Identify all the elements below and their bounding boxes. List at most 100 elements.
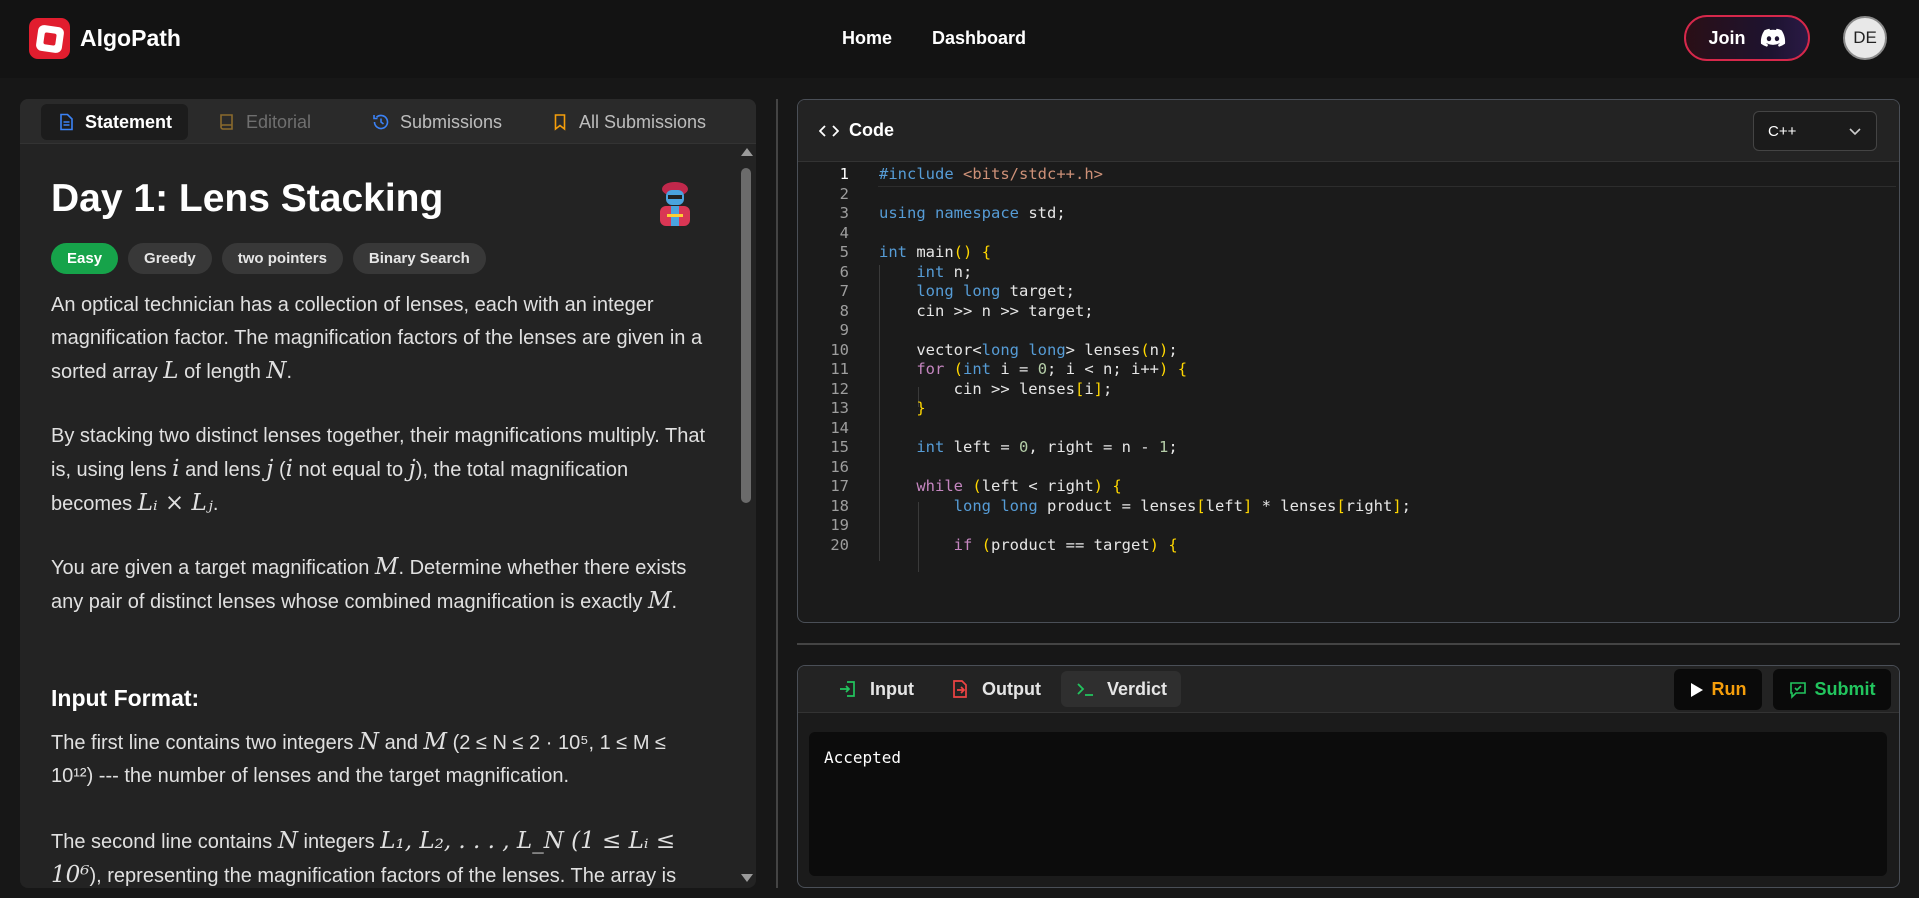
tab-submissions[interactable]: Submissions: [356, 104, 518, 140]
code-brackets-icon: [819, 124, 839, 137]
bookmark-icon: [554, 114, 566, 131]
code-line[interactable]: #include <bits/stdc++.h>: [879, 165, 1103, 183]
line-number: 11: [830, 360, 849, 378]
user-avatar[interactable]: DE: [1843, 16, 1887, 60]
code-line[interactable]: int left = 0, right = n - 1;: [879, 438, 1177, 456]
line-number: 12: [830, 379, 849, 398]
scroll-down-arrow-icon[interactable]: [741, 874, 753, 882]
statement-paragraph-3: You are given a target magnification M. …: [51, 554, 687, 614]
tag-list: Easy Greedy two pointers Binary Search: [51, 243, 486, 274]
topic-tag-binary-search[interactable]: Binary Search: [352, 243, 486, 274]
submit-button[interactable]: Submit: [1773, 669, 1891, 710]
statement-paragraph-2: By stacking two distinct lenses together…: [51, 425, 706, 516]
tab-editorial-label: Editorial: [246, 111, 312, 132]
panel-resize-handle[interactable]: [776, 99, 778, 888]
tab-all-submissions-label: All Submissions: [579, 111, 707, 132]
code-line[interactable]: long long target;: [879, 282, 1075, 300]
code-line[interactable]: if (product == target) {: [879, 536, 1178, 554]
difficulty-badge: Easy: [51, 243, 119, 274]
problem-statement: Day 1: Lens Stacking Easy Greedy two poi…: [51, 144, 731, 888]
scroll-thumb[interactable]: [741, 168, 751, 503]
verdict-text: Accepted: [824, 748, 902, 767]
input-format-heading: Input Format:: [51, 685, 200, 711]
problem-tabs: Statement Editorial Submissions All Subm…: [20, 99, 756, 144]
input-icon: [840, 681, 855, 697]
chevron-down-icon: [1849, 128, 1861, 136]
line-number: 3: [839, 204, 849, 222]
line-number: 15: [830, 438, 849, 456]
code-line[interactable]: while (left < right) {: [879, 477, 1121, 495]
top-navbar: AlgoPath Home Dashboard Join DE: [0, 0, 1919, 78]
line-number: 8: [839, 301, 849, 320]
scroll-up-arrow-icon[interactable]: [741, 148, 753, 156]
tab-submissions-label: Submissions: [400, 111, 503, 132]
algopath-logo-icon[interactable]: [29, 18, 70, 59]
submit-icon: [1789, 681, 1806, 699]
tab-all-submissions[interactable]: All Submissions: [535, 104, 722, 140]
join-discord-button[interactable]: Join: [1684, 15, 1810, 61]
tab-output[interactable]: Output: [936, 671, 1055, 707]
line-number: 9: [839, 321, 849, 339]
line-number: 17: [830, 477, 849, 495]
io-panel: Input Output Verdict Run Submit Accepted: [797, 665, 1900, 888]
code-line[interactable]: vector<long long> lenses(n);: [879, 341, 1177, 359]
line-number: 10: [830, 340, 849, 359]
line-number: 2: [839, 184, 849, 203]
brand-name[interactable]: AlgoPath: [80, 25, 181, 52]
nav-dashboard[interactable]: Dashboard: [932, 28, 1026, 49]
code-editor[interactable]: 1 #include <bits/stdc++.h> 2 3 using namespa…: [798, 162, 1899, 622]
language-value: C++: [1768, 122, 1797, 140]
genie-mascot-icon: [660, 182, 690, 226]
language-select[interactable]: C++: [1753, 111, 1877, 151]
code-line[interactable]: int main() {: [879, 243, 991, 261]
tab-input[interactable]: Input: [824, 671, 928, 707]
output-icon: [953, 680, 967, 698]
verdict-output: Accepted: [809, 732, 1887, 876]
document-icon: [60, 113, 73, 131]
input-format-line-2: The second line contains N integers L₁, …: [51, 828, 677, 888]
tab-editorial[interactable]: Editorial: [202, 104, 327, 140]
code-line[interactable]: }: [879, 399, 925, 417]
terminal-icon: [1077, 683, 1093, 696]
code-line[interactable]: using namespace std;: [879, 204, 1066, 222]
code-header: Code C++: [798, 100, 1899, 162]
tab-statement-label: Statement: [85, 111, 173, 132]
line-number: 18: [830, 496, 849, 515]
play-icon: [1690, 682, 1703, 697]
code-editor-panel: Code C++ 1 #include <bits/stdc++.h> 2 3 usin…: [797, 99, 1900, 623]
line-number: 6: [839, 262, 849, 281]
code-title: Code: [819, 120, 894, 141]
tab-statement[interactable]: Statement: [41, 104, 189, 140]
code-line[interactable]: for (int i = 0; i < n; i++) {: [879, 360, 1187, 378]
history-icon: [373, 114, 389, 130]
discord-icon: [1760, 28, 1785, 47]
code-line[interactable]: cin >> n >> target;: [879, 302, 1093, 320]
book-icon: [220, 114, 233, 130]
line-number: 19: [830, 516, 849, 534]
code-line[interactable]: cin >> lenses[i];: [879, 380, 1113, 398]
editor-io-resize-handle[interactable]: [797, 643, 1900, 645]
input-format-line-1: The first line contains two integers N a…: [51, 729, 667, 787]
tab-verdict[interactable]: Verdict: [1061, 671, 1182, 707]
line-number: 7: [839, 282, 849, 300]
topic-tag-two-pointers[interactable]: two pointers: [221, 243, 343, 274]
line-number: 16: [830, 457, 849, 476]
line-number: 1: [839, 165, 849, 183]
problem-title: Day 1: Lens Stacking: [51, 177, 444, 220]
main-nav: Home Dashboard: [842, 28, 1026, 49]
code-line[interactable]: long long product = lenses[left] * lense…: [879, 497, 1411, 515]
statement-paragraph-1: An optical technician has a collection o…: [51, 294, 703, 384]
join-label: Join: [1708, 27, 1746, 48]
problem-panel: Statement Editorial Submissions All Subm…: [20, 99, 756, 888]
run-button[interactable]: Run: [1674, 669, 1762, 710]
code-line[interactable]: int n;: [879, 263, 972, 281]
io-header: Input Output Verdict Run Submit: [798, 666, 1899, 713]
line-number: 20: [830, 535, 849, 554]
nav-home[interactable]: Home: [842, 28, 892, 49]
line-number: 5: [839, 243, 849, 261]
statement-scrollbar[interactable]: [738, 145, 754, 888]
topic-tag-greedy[interactable]: Greedy: [128, 243, 212, 274]
line-number: 13: [830, 399, 849, 417]
line-number: 4: [839, 223, 849, 242]
line-number: 14: [830, 418, 849, 437]
